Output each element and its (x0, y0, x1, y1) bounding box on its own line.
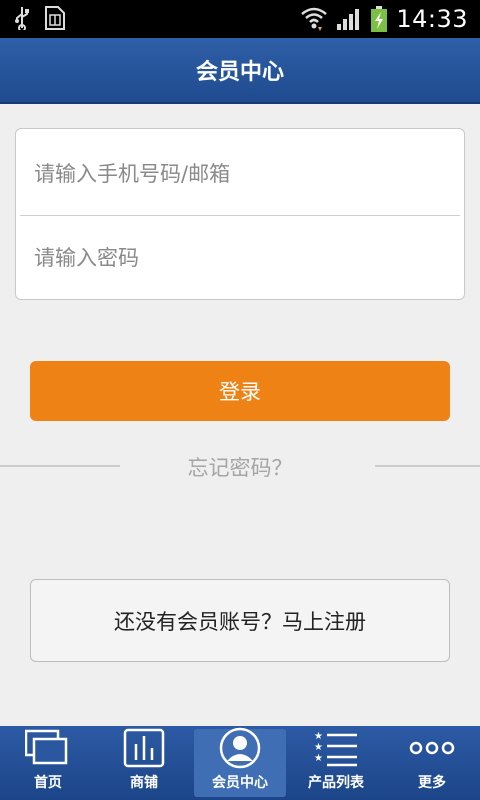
nav-item-home[interactable]: 首页 (0, 726, 96, 800)
signal-icon (336, 7, 362, 31)
account-input[interactable] (16, 131, 464, 216)
nav-item-member-center[interactable]: 会员中心 (192, 726, 288, 800)
svg-text:★: ★ (314, 742, 323, 753)
nav-label-home: 首页 (34, 775, 62, 791)
svg-text:★: ★ (314, 753, 323, 764)
nav-label-shop: 商铺 (130, 775, 158, 791)
login-button[interactable]: 登录 (30, 361, 450, 421)
status-bar: 14:33 (0, 0, 480, 38)
wifi-icon (300, 6, 328, 32)
member-avatar-icon (219, 727, 261, 769)
home-windows-icon (25, 728, 71, 768)
app-header: 会员中心 (0, 38, 480, 104)
nav-item-more[interactable]: 更多 (384, 726, 480, 800)
nav-item-product-list[interactable]: ★ ★ ★ 产品列表 (288, 726, 384, 800)
login-form (15, 128, 465, 300)
nav-label-product-list: 产品列表 (308, 775, 364, 791)
password-input[interactable] (16, 215, 464, 300)
more-dots-icon (409, 728, 455, 768)
product-list-icon: ★ ★ ★ (313, 728, 359, 768)
nav-label-member-center: 会员中心 (212, 775, 268, 791)
usb-icon (14, 6, 30, 30)
forgot-password-row: 忘记密码？ (0, 452, 480, 480)
nav-item-shop[interactable]: 商铺 (96, 726, 192, 800)
forgot-password-link[interactable]: 忘记密码？ (0, 452, 480, 482)
battery-charging-icon (370, 5, 388, 33)
clock-time: 14:33 (396, 5, 468, 33)
sim-card-icon (44, 6, 66, 30)
nav-label-more: 更多 (418, 775, 446, 791)
bottom-nav: 首页 商铺 会员中心 ★ ★ ★ 产品列表 更多 (0, 726, 480, 800)
svg-text:★: ★ (314, 731, 323, 742)
shop-bars-icon (123, 728, 165, 768)
register-button[interactable]: 还没有会员账号？马上注册 (30, 579, 450, 662)
page-title: 会员中心 (195, 60, 284, 85)
